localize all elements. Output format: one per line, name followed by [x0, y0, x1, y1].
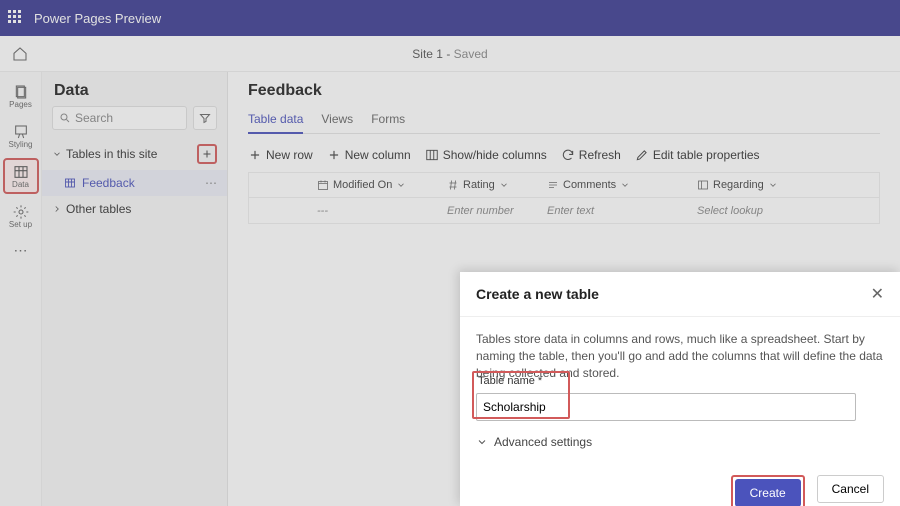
chevron-down-icon	[476, 436, 488, 448]
table-name-input[interactable]	[483, 400, 849, 414]
create-table-dialog: Create a new table ✕ Tables store data i…	[460, 272, 900, 506]
table-name-input-wrapper	[476, 393, 856, 421]
main-content: Feedback Table data Views Forms New row …	[228, 72, 900, 506]
dialog-title: Create a new table	[476, 286, 599, 302]
advanced-settings-toggle[interactable]: Advanced settings	[476, 435, 884, 449]
table-name-label: Table name *	[478, 375, 542, 387]
dialog-description: Tables store data in columns and rows, m…	[476, 331, 884, 381]
highlight-create: Create	[731, 475, 805, 506]
cancel-button[interactable]: Cancel	[817, 475, 884, 503]
advanced-settings-label: Advanced settings	[494, 435, 592, 449]
modal-backdrop-top	[0, 0, 900, 72]
create-button[interactable]: Create	[735, 479, 801, 506]
close-icon[interactable]: ✕	[871, 284, 884, 304]
modal-backdrop-side	[0, 72, 228, 506]
